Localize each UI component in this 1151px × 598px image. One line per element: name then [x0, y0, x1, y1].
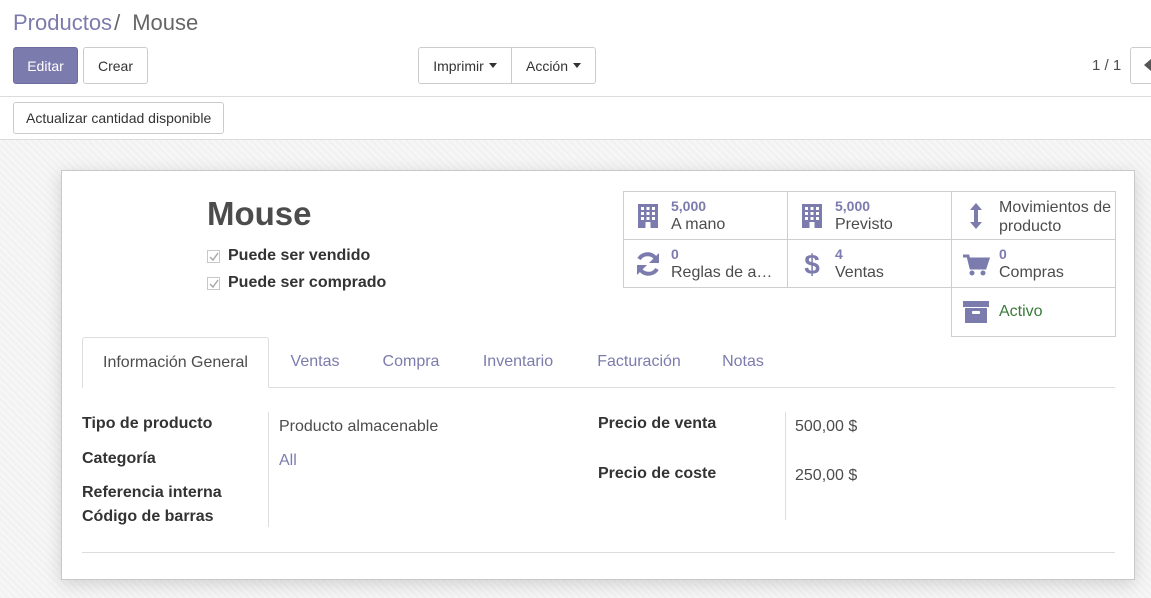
field-divider: [268, 412, 269, 527]
control-panel: Productos/ Mouse Editar Crear Imprimir Ac…: [0, 0, 1151, 97]
pager-previous-button[interactable]: [1130, 47, 1151, 84]
breadcrumb: Productos/ Mouse: [13, 10, 198, 36]
can-be-purchased-label: Puede ser comprado: [228, 274, 387, 291]
category-label: Categoría: [82, 450, 156, 467]
arrows-vertical-icon: [970, 203, 982, 229]
archive-icon: [963, 301, 989, 323]
caret-down-icon: [573, 63, 582, 68]
moves-label: Movimientos de producto: [999, 199, 1112, 235]
print-dropdown-button[interactable]: Imprimir: [418, 47, 512, 84]
caret-down-icon: [488, 63, 497, 68]
section-separator: [82, 552, 1115, 553]
sales-label: Ventas: [835, 264, 884, 281]
cost-price-label: Precio de coste: [598, 465, 717, 482]
reorder-rules-value: 0: [671, 246, 679, 262]
action-label: Acción: [525, 57, 569, 74]
field-divider: [785, 412, 786, 520]
smart-button-reorder-rules[interactable]: 0 Reglas de ab…: [623, 239, 788, 288]
form-sheet: Mouse Puede ser vendido Puede ser compra…: [61, 170, 1135, 580]
print-label: Imprimir: [433, 57, 484, 74]
can-be-purchased-checkbox[interactable]: [207, 276, 220, 290]
smart-button-moves[interactable]: Movimientos de producto: [951, 191, 1116, 240]
can-be-purchased-row: Puede ser comprado: [207, 274, 386, 292]
can-be-sold-checkbox[interactable]: [207, 249, 220, 263]
sale-price-value: 500,00 $: [795, 418, 858, 435]
tab-purchase[interactable]: Compra: [370, 337, 452, 387]
breadcrumb-current: Mouse: [132, 10, 199, 35]
notebook-tabs: Información General Ventas Compra Invent…: [82, 337, 1115, 388]
tab-invoicing[interactable]: Facturación: [584, 337, 694, 387]
update-quantity-button[interactable]: Actualizar cantidad disponible: [13, 102, 225, 134]
on-hand-label: A mano: [671, 216, 726, 233]
smart-button-sales[interactable]: $ 4 Ventas: [787, 239, 952, 288]
check-icon: [209, 279, 219, 288]
purchases-value: 0: [999, 246, 1007, 262]
refresh-icon: [637, 252, 659, 276]
check-icon: [209, 252, 219, 261]
forecast-label: Previsto: [835, 216, 893, 233]
forecast-value: 5,000: [835, 198, 871, 214]
purchases-label: Compras: [999, 264, 1064, 281]
chevron-left-icon: [1144, 59, 1151, 71]
can-be-sold-row: Puede ser vendido: [207, 247, 370, 265]
pager-value[interactable]: 1 / 1: [1092, 57, 1121, 74]
category-link[interactable]: All: [279, 452, 297, 470]
smart-button-forecast[interactable]: 5,000 Previsto: [787, 191, 952, 240]
tab-inventory[interactable]: Inventario: [470, 337, 566, 387]
product-type-value: Producto almacenable: [279, 418, 439, 435]
product-type-label: Tipo de producto: [82, 415, 213, 432]
smart-button-purchases[interactable]: 0 Compras: [951, 239, 1116, 288]
building-icon: [802, 204, 822, 228]
building-icon: [638, 204, 658, 228]
on-hand-value: 5,000: [671, 198, 707, 214]
tab-notes[interactable]: Notas: [712, 337, 774, 387]
breadcrumb-productos-link[interactable]: Productos: [13, 10, 112, 35]
sale-price-label: Precio de venta: [598, 415, 717, 432]
product-name: Mouse: [207, 195, 312, 232]
statusbar: Actualizar cantidad disponible: [0, 97, 1151, 140]
breadcrumb-separator: /: [114, 10, 121, 35]
cost-price-value: 250,00 $: [795, 467, 858, 484]
create-button[interactable]: Crear: [83, 47, 148, 84]
sales-value: 4: [835, 246, 843, 262]
smart-button-active-toggle[interactable]: Activo: [951, 287, 1116, 337]
cart-icon: [963, 254, 990, 276]
svg-text:$: $: [804, 250, 820, 278]
reorder-rules-label: Reglas de ab…: [671, 264, 781, 281]
can-be-sold-label: Puede ser vendido: [228, 247, 371, 264]
barcode-label: Código de barras: [82, 508, 214, 525]
tab-sales[interactable]: Ventas: [280, 337, 350, 387]
smart-button-on-hand[interactable]: 5,000 A mano: [623, 191, 788, 240]
tab-general-information[interactable]: Información General: [82, 337, 269, 388]
dollar-icon: $: [804, 250, 820, 278]
active-label: Activo: [999, 303, 1043, 320]
action-dropdown-button[interactable]: Acción: [512, 47, 596, 84]
internal-reference-label: Referencia interna: [82, 484, 222, 501]
edit-button[interactable]: Editar: [13, 47, 78, 84]
